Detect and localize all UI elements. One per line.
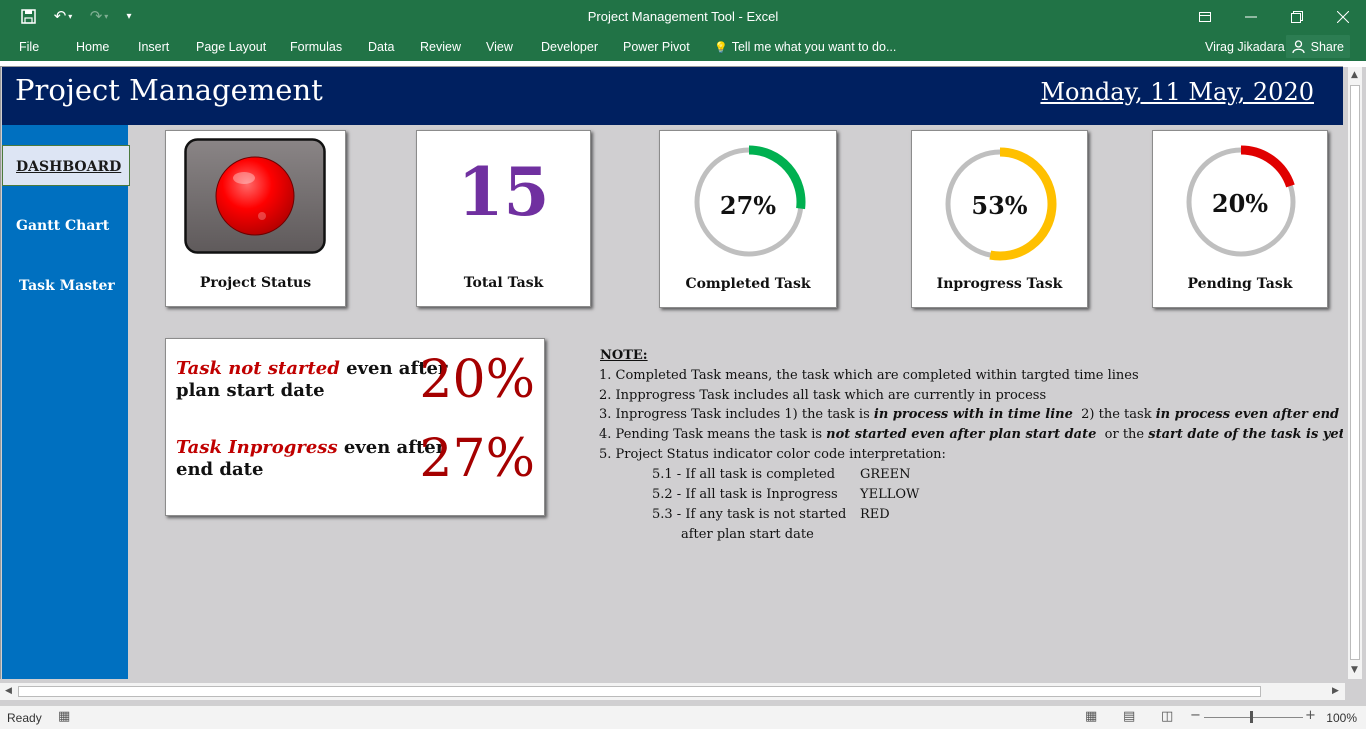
- restore-icon[interactable]: [1274, 0, 1320, 33]
- zoom-level[interactable]: 100%: [1326, 711, 1357, 725]
- user-name[interactable]: Virag Jikadara: [1205, 40, 1285, 54]
- inprogress-late-caption: Task Inprogress even after end date: [176, 437, 445, 481]
- note-4-c: or the: [1096, 427, 1149, 442]
- zoom-slider[interactable]: [1204, 717, 1303, 718]
- dashboard-date: Monday, 11 May, 2020: [1040, 78, 1314, 106]
- scroll-up-icon[interactable]: ▲: [1351, 70, 1358, 80]
- share-label: Share: [1310, 39, 1344, 54]
- total-task-label: Total Task: [463, 275, 544, 291]
- tab-developer[interactable]: Developer: [541, 40, 598, 54]
- worksheet[interactable]: Project Management Monday, 11 May, 2020 …: [0, 66, 1343, 679]
- window-title: Project Management Tool - Excel: [587, 9, 779, 24]
- not-started-caption: Task not started even after plan start d…: [176, 358, 447, 402]
- note-5: 5. Project Status indicator color code i…: [599, 447, 946, 462]
- note-4-a: 4. Pending Task means the task is: [599, 427, 827, 442]
- horizontal-scrollbar[interactable]: ◀ ▶: [0, 683, 1345, 700]
- tab-review[interactable]: Review: [420, 40, 461, 54]
- vertical-scroll-thumb[interactable]: [1350, 85, 1360, 660]
- note-5-3: 5.3 - If any task is not started: [652, 507, 847, 522]
- tab-formulas[interactable]: Formulas: [290, 40, 342, 54]
- note-5-1: 5.1 - If all task is completed: [652, 467, 836, 482]
- pending-task-label: Pending Task: [1187, 276, 1293, 292]
- note-3-a: 3. Inprogress Task includes 1) the task …: [599, 407, 874, 422]
- sidebar: DASHBOARD Gantt Chart Task Master: [2, 125, 130, 679]
- note-5-2: 5.2 - If all task is Inprogress: [652, 487, 838, 502]
- note-3: 3. Inprogress Task includes 1) the task …: [599, 407, 1343, 422]
- tab-data[interactable]: Data: [368, 40, 394, 54]
- ribbon-display-icon[interactable]: [1182, 0, 1228, 33]
- person-icon: [1291, 40, 1305, 53]
- close-icon[interactable]: [1320, 0, 1366, 33]
- inprogress-late-emphasis: Task Inprogress: [176, 437, 338, 458]
- note-3-c: 2) the task: [1072, 407, 1156, 422]
- inprogress-task-card: 53% Inprogress Task: [911, 130, 1088, 308]
- zoom-in-icon[interactable]: +: [1305, 708, 1316, 723]
- project-status-card: Project Status: [165, 130, 346, 307]
- tell-me-text: Tell me what you want to do...: [731, 40, 897, 54]
- note-1: 1. Completed Task means, the task which …: [599, 368, 1139, 383]
- exception-summary-card: Task not started even after plan start d…: [165, 338, 545, 516]
- notes-heading: NOTE:: [600, 348, 648, 363]
- horizontal-scroll-thumb[interactable]: [18, 686, 1261, 697]
- pending-arc: [1240, 145, 1295, 188]
- tab-power-pivot[interactable]: Power Pivot: [623, 40, 690, 54]
- inprogress-percent: 53%: [971, 191, 1028, 220]
- tab-view[interactable]: View: [486, 40, 513, 54]
- scroll-right-icon[interactable]: ▶: [1332, 686, 1339, 696]
- macro-record-icon[interactable]: ▦: [58, 709, 70, 724]
- note-3-b: in process with in time line: [873, 407, 1073, 422]
- lightbulb-icon: 💡: [714, 41, 728, 54]
- sidebar-item-task-master[interactable]: Task Master: [19, 278, 115, 294]
- not-started-text-b: plan start date: [176, 380, 325, 401]
- status-bar: Ready ▦ ▦ ▤ ◫ − + 100%: [0, 705, 1366, 729]
- not-started-emphasis: Task not started: [176, 358, 340, 379]
- normal-view-icon[interactable]: ▦: [1085, 709, 1097, 724]
- inprogress-late-percent: 27%: [419, 429, 535, 489]
- ribbon-tabs: File Home Insert Page Layout Formulas Da…: [0, 33, 1366, 61]
- sidebar-item-dashboard[interactable]: DASHBOARD: [2, 145, 130, 186]
- completed-task-card: 27% Completed Task: [659, 130, 837, 308]
- note-5-1-color: GREEN: [860, 467, 911, 482]
- zoom-slider-knob[interactable]: [1250, 711, 1253, 723]
- scroll-left-icon[interactable]: ◀: [5, 686, 12, 696]
- minimize-icon[interactable]: [1228, 0, 1274, 33]
- vertical-scrollbar[interactable]: ▲ ▼: [1348, 67, 1362, 679]
- page-break-view-icon[interactable]: ◫: [1161, 709, 1173, 724]
- dashboard-banner: Project Management Monday, 11 May, 2020: [2, 67, 1343, 125]
- note-5-3-color: RED: [860, 507, 890, 522]
- note-4-b: not started even after plan start date: [826, 427, 1097, 442]
- total-task-value: 15: [457, 153, 550, 231]
- pending-task-card: 20% Pending Task: [1152, 130, 1328, 308]
- note-5-3-continued: after plan start date: [681, 527, 814, 542]
- note-2: 2. Inpprogress Task includes all task wh…: [599, 388, 1047, 403]
- total-task-card: 15 Total Task: [416, 130, 591, 307]
- pending-percent: 20%: [1211, 189, 1269, 218]
- tab-file[interactable]: File: [19, 40, 39, 54]
- sidebar-item-gantt-chart[interactable]: Gantt Chart: [16, 218, 109, 234]
- tab-insert[interactable]: Insert: [138, 40, 169, 54]
- completed-task-label: Completed Task: [685, 276, 811, 292]
- note-5-2-color: YELLOW: [860, 487, 920, 502]
- note-4-d: start date of the task is yet to come: [1148, 427, 1343, 442]
- tab-home[interactable]: Home: [76, 40, 109, 54]
- scroll-down-icon[interactable]: ▼: [1351, 665, 1358, 675]
- zoom-out-icon[interactable]: −: [1190, 708, 1201, 723]
- inprogress-task-label: Inprogress Task: [936, 276, 1063, 292]
- tell-me-search[interactable]: 💡 Tell me what you want to do...: [714, 40, 896, 54]
- title-bar: ↶ ▾ ↷ ▾ ▾ Project Management Tool - Excel: [0, 0, 1366, 33]
- status-indicator-icon: [184, 138, 326, 254]
- status-ready: Ready: [7, 711, 42, 725]
- completed-percent: 27%: [719, 191, 777, 220]
- inprogress-late-text-b: end date: [176, 459, 264, 480]
- note-4: 4. Pending Task means the task is not st…: [599, 427, 1343, 442]
- share-button[interactable]: Share: [1285, 35, 1350, 58]
- tab-page-layout[interactable]: Page Layout: [196, 40, 266, 54]
- dashboard-title: Project Management: [15, 73, 323, 107]
- page-layout-view-icon[interactable]: ▤: [1123, 709, 1135, 724]
- project-status-label: Project Status: [199, 275, 312, 291]
- note-3-d: in process even after end date: [1155, 407, 1343, 422]
- not-started-percent: 20%: [419, 350, 535, 410]
